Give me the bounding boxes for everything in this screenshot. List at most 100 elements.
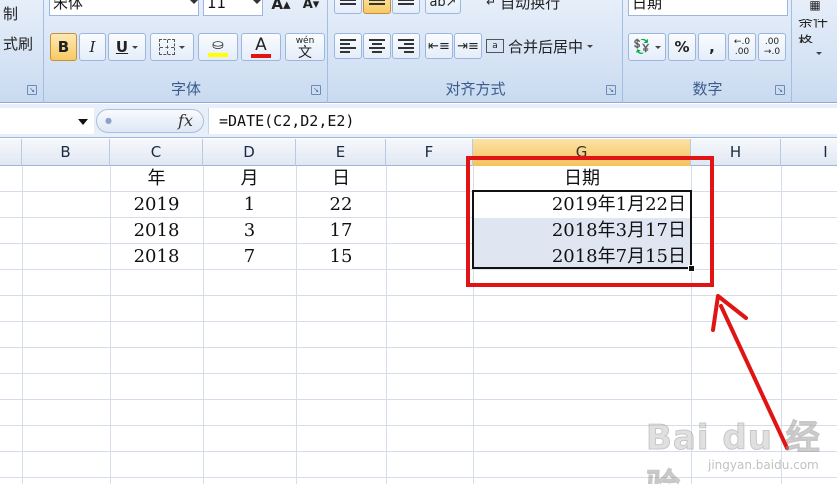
conditional-format-button[interactable]: 条件格	[797, 18, 837, 44]
copy-label: 制	[3, 4, 19, 23]
increase-decimal-button[interactable]: ←.0 .00	[728, 33, 756, 61]
font-name-value: 宋体	[53, 0, 84, 12]
increase-indent-button[interactable]: ⇥≡	[454, 33, 482, 59]
phonetic-char-icon: 文	[298, 45, 312, 61]
font-name-dropdown-icon[interactable]	[190, 0, 198, 4]
align-top-icon	[340, 0, 356, 5]
copy-button[interactable]: 制	[0, 0, 40, 26]
wrap-text-button[interactable]: ↵ 自动换行	[485, 0, 605, 14]
cell-d4[interactable]: 7	[203, 244, 296, 270]
font-size-dropdown-icon[interactable]	[253, 0, 261, 4]
cell-d1[interactable]: 月	[203, 166, 296, 192]
gridline	[386, 166, 387, 484]
column-header-d[interactable]: D	[203, 139, 296, 166]
merge-center-button[interactable]: a 合并后居中	[485, 33, 617, 59]
cell-d3[interactable]: 3	[203, 218, 296, 244]
align-left-button[interactable]	[334, 33, 362, 59]
bold-button[interactable]: B	[50, 33, 77, 61]
clipboard-dialog-launcher-icon[interactable]: ↘	[27, 85, 37, 95]
column-header-b[interactable]: B	[22, 139, 110, 166]
borders-dropdown-icon	[179, 45, 185, 49]
percent-icon: %	[674, 38, 690, 56]
decrease-indent-button[interactable]: ⇤≡	[425, 33, 453, 59]
align-center-button[interactable]	[363, 33, 391, 59]
gridline	[0, 399, 837, 400]
decrease-indent-icon: ⇤≡	[428, 38, 450, 54]
increase-indent-icon: ⇥≡	[457, 38, 479, 54]
cell-c4[interactable]: 2018	[110, 244, 203, 270]
alignment-group-label: 对齐方式	[445, 80, 506, 98]
watermark-logo: Bai du 经验	[646, 418, 821, 484]
formula-bar: ● fx =DATE(C2,D2,E2)	[0, 104, 837, 138]
conditional-format-dropdown[interactable]	[797, 44, 837, 62]
column-header-c[interactable]: C	[110, 139, 203, 166]
font-color-icon: A	[255, 35, 267, 55]
excel-window: 制 式刷 ↘ 宋体 11 A▴ A▾ B I U ⛀ A wén 文 字体 ↘ …	[0, 0, 837, 484]
formula-input[interactable]: =DATE(C2,D2,E2)	[208, 108, 837, 134]
font-dialog-launcher-icon[interactable]: ↘	[311, 85, 321, 95]
align-right-button[interactable]	[392, 33, 420, 59]
number-group-label: 数字	[692, 80, 723, 98]
splitter-dot-icon[interactable]: ●	[105, 116, 112, 125]
underline-button[interactable]: U	[108, 33, 146, 61]
cell-c3[interactable]: 2018	[110, 218, 203, 244]
cell-e1[interactable]: 日	[296, 166, 386, 192]
phonetic-guide-button[interactable]: wén 文	[285, 33, 325, 61]
name-box[interactable]	[0, 108, 94, 134]
format-painter-button[interactable]: 式刷	[0, 30, 40, 56]
orientation-button[interactable]: ab↗	[425, 0, 461, 14]
styles-top-button[interactable]: ▦	[795, 0, 835, 16]
baidu-jingyan-watermark: Bai du 经验 jingyan.baidu.com	[646, 410, 836, 484]
cell-c2[interactable]: 2019	[110, 192, 203, 218]
alignment-dialog-launcher-icon[interactable]: ↘	[606, 85, 616, 95]
comma-icon: ,	[709, 38, 715, 56]
shrink-font-button[interactable]: A▾	[297, 0, 325, 16]
comma-style-button[interactable]: ,	[698, 33, 726, 61]
accounting-format-button[interactable]: 💱	[628, 33, 666, 61]
percent-style-button[interactable]: %	[668, 33, 696, 61]
cell-c1[interactable]: 年	[110, 166, 203, 192]
currency-icon: 💱	[633, 39, 651, 55]
gridline	[0, 347, 837, 348]
font-size-value: 11	[207, 0, 227, 12]
font-color-button[interactable]: A	[241, 33, 281, 61]
alignment-group: ab↗ ↵ 自动换行 ⇤≡ ⇥≡ a 合并后居中 对齐方式 ↘	[329, 0, 623, 103]
column-header-e[interactable]: E	[296, 139, 386, 166]
increase-decimal-icon-bottom: .00	[734, 47, 750, 57]
align-middle-button[interactable]	[363, 0, 391, 14]
align-bottom-button[interactable]	[392, 0, 420, 14]
decrease-decimal-icon-bottom: →.0	[763, 47, 781, 57]
font-name-combo[interactable]: 宋体	[49, 0, 199, 16]
align-center-icon	[369, 39, 385, 53]
insert-function-icon[interactable]: fx	[178, 111, 193, 130]
merge-cells-icon: a	[486, 39, 504, 53]
paint-bucket-icon: ⛀	[212, 37, 224, 53]
wrap-text-icon: ↵	[486, 0, 497, 9]
italic-button[interactable]: I	[79, 33, 106, 61]
borders-icon	[159, 39, 175, 55]
number-group: 日期 💱 % , ←.0 .00 .00 →.0 数字 ↘	[624, 0, 792, 103]
shrink-font-icon: A▾	[302, 0, 320, 12]
styles-top-icon: ▦	[809, 0, 821, 12]
orientation-icon: ab↗	[429, 0, 457, 10]
cell-e2[interactable]: 22	[296, 192, 386, 218]
column-header-i[interactable]: I	[781, 139, 837, 166]
name-box-dropdown-icon[interactable]	[78, 119, 88, 125]
align-top-button[interactable]	[334, 0, 362, 14]
cell-e4[interactable]: 15	[296, 244, 386, 270]
annotation-highlight-box	[466, 156, 714, 287]
accounting-dropdown-icon	[654, 45, 661, 49]
number-dialog-launcher-icon[interactable]: ↘	[775, 85, 785, 95]
number-format-combo[interactable]: 日期	[628, 0, 788, 16]
gridline	[0, 295, 837, 296]
cell-e3[interactable]: 17	[296, 218, 386, 244]
grow-font-button[interactable]: A▴	[267, 0, 295, 16]
borders-button[interactable]	[150, 33, 194, 61]
column-header-f[interactable]: F	[386, 139, 473, 166]
merge-dropdown-icon	[587, 44, 594, 48]
cell-d2[interactable]: 1	[203, 192, 296, 218]
fill-color-button[interactable]: ⛀	[198, 33, 238, 61]
decrease-decimal-button[interactable]: .00 →.0	[758, 33, 786, 61]
column-header-a-partial[interactable]	[0, 139, 22, 166]
fill-color-bar	[208, 53, 228, 57]
